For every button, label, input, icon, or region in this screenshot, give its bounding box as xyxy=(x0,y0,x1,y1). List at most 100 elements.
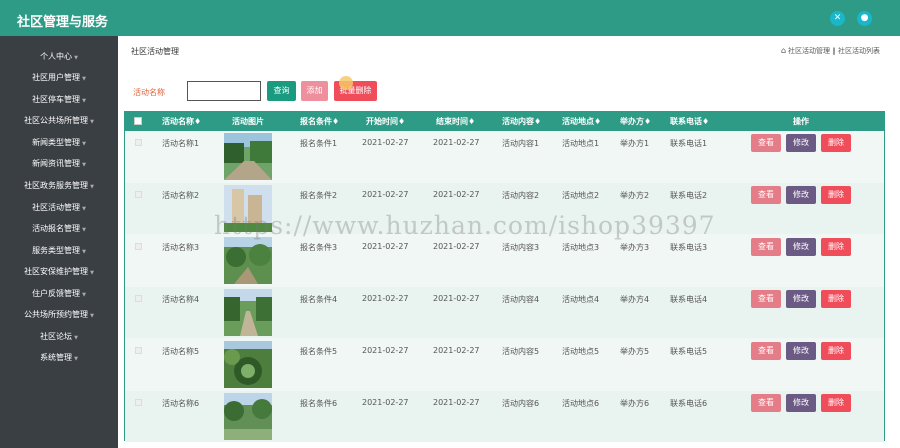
edit-button[interactable]: 修改 xyxy=(786,134,816,152)
column-header-phone[interactable]: 联系电话♦ xyxy=(670,112,709,131)
table-row: 活动名称4 报名条件4 2021-02-27 2021-02-27 活动内容4 … xyxy=(125,287,884,338)
sidebar-item-public-places[interactable]: 社区公共场所管理 ▼ xyxy=(0,110,118,131)
table-row: 活动名称1 报名条件1 2021-02-27 2021-02-27 活动内容1 … xyxy=(125,131,884,182)
view-button[interactable]: 查看 xyxy=(751,342,781,360)
sort-icon: ♦ xyxy=(398,117,406,126)
sidebar-item-users[interactable]: 社区用户管理 ▼ xyxy=(0,67,118,88)
view-button[interactable]: 查看 xyxy=(751,238,781,256)
edit-button[interactable]: 修改 xyxy=(786,290,816,308)
chevron-down-icon: ▼ xyxy=(90,313,94,319)
table-row: 活动名称5 报名条件5 2021-02-27 2021-02-27 活动内容5 … xyxy=(125,339,884,390)
activity-image xyxy=(224,289,272,336)
cell-place: 活动地点2 xyxy=(562,191,600,200)
sidebar-item-label: 社区论坛 xyxy=(40,332,73,341)
edit-button[interactable]: 修改 xyxy=(786,394,816,412)
sidebar-item-label: 服务类型管理 xyxy=(32,246,81,255)
delete-button[interactable]: 删除 xyxy=(821,238,851,256)
sidebar-item-forum[interactable]: 社区论坛 ▼ xyxy=(0,326,118,347)
chevron-down-icon: ▼ xyxy=(82,76,86,82)
sidebar-item-label: 社区停车管理 xyxy=(32,95,81,104)
add-button[interactable]: 添加 xyxy=(301,81,328,101)
sidebar-item-signups[interactable]: 活动报名管理 ▼ xyxy=(0,218,118,239)
column-header-start[interactable]: 开始时间♦ xyxy=(366,112,405,131)
query-button[interactable]: 查询 xyxy=(267,81,296,101)
view-button[interactable]: 查看 xyxy=(751,290,781,308)
cell-host: 举办方2 xyxy=(620,191,650,200)
chevron-down-icon: ▼ xyxy=(74,356,78,362)
cell-content: 活动内容2 xyxy=(502,191,540,200)
sidebar-item-label: 社区用户管理 xyxy=(32,73,81,82)
cell-start: 2021-02-27 xyxy=(362,242,409,251)
cell-condition: 报名条件6 xyxy=(300,399,338,408)
sidebar-item-gov-services[interactable]: 社区政务服务管理 ▼ xyxy=(0,175,118,196)
column-header-label: 举办方 xyxy=(620,117,644,126)
sidebar: 个人中心 ▼ 社区用户管理 ▼ 社区停车管理 ▼ 社区公共场所管理 ▼ 新闻类型管理 ▼ … xyxy=(0,36,118,448)
select-all-checkbox[interactable] xyxy=(134,117,142,125)
column-header-name[interactable]: 活动名称♦ xyxy=(162,112,201,131)
cell-phone: 联系电话6 xyxy=(670,399,708,408)
chevron-down-icon: ▼ xyxy=(90,184,94,190)
breadcrumb-text[interactable]: 社区活动管理 ‖ 社区活动列表 xyxy=(788,47,880,55)
cell-content: 活动内容3 xyxy=(502,243,540,252)
column-header-content[interactable]: 活动内容♦ xyxy=(502,112,541,131)
sidebar-item-label: 个人中心 xyxy=(40,52,73,61)
sidebar-item-service-types[interactable]: 服务类型管理 ▼ xyxy=(0,240,118,261)
sort-icon: ♦ xyxy=(644,117,652,126)
delete-button[interactable]: 删除 xyxy=(821,134,851,152)
sidebar-item-reservations[interactable]: 公共场所预约管理 ▼ xyxy=(0,304,118,325)
cell-name: 活动名称6 xyxy=(162,399,200,408)
sort-icon: ♦ xyxy=(468,117,476,126)
sidebar-item-news[interactable]: 新闻资讯管理 ▼ xyxy=(0,153,118,174)
sidebar-item-news-types[interactable]: 新闻类型管理 ▼ xyxy=(0,132,118,153)
cell-start: 2021-02-27 xyxy=(362,190,409,199)
column-header-label: 结束时间 xyxy=(436,117,468,126)
column-header-place[interactable]: 活动地点♦ xyxy=(562,112,601,131)
edit-button[interactable]: 修改 xyxy=(786,186,816,204)
fullscreen-icon[interactable]: ✕ xyxy=(830,11,845,26)
view-button[interactable]: 查看 xyxy=(751,186,781,204)
cell-condition: 报名条件1 xyxy=(300,139,338,148)
row-checkbox[interactable] xyxy=(135,347,142,354)
sidebar-item-feedback[interactable]: 住户反馈管理 ▼ xyxy=(0,283,118,304)
view-button[interactable]: 查看 xyxy=(751,394,781,412)
sidebar-item-personal-center[interactable]: 个人中心 ▼ xyxy=(0,46,118,67)
sidebar-item-security[interactable]: 社区安保维护管理 ▼ xyxy=(0,261,118,282)
sort-icon: ♦ xyxy=(702,117,710,126)
row-checkbox[interactable] xyxy=(135,243,142,250)
cell-place: 活动地点6 xyxy=(562,399,600,408)
column-header-end[interactable]: 结束时间♦ xyxy=(436,112,475,131)
sidebar-item-parking[interactable]: 社区停车管理 ▼ xyxy=(0,89,118,110)
edit-button[interactable]: 修改 xyxy=(786,238,816,256)
sidebar-item-system[interactable]: 系统管理 ▼ xyxy=(0,347,118,368)
cell-phone: 联系电话4 xyxy=(670,295,708,304)
cell-name: 活动名称5 xyxy=(162,347,200,356)
row-checkbox[interactable] xyxy=(135,191,142,198)
delete-button[interactable]: 删除 xyxy=(821,394,851,412)
delete-button[interactable]: 删除 xyxy=(821,186,851,204)
row-checkbox[interactable] xyxy=(135,295,142,302)
delete-button[interactable]: 删除 xyxy=(821,290,851,308)
column-header-host[interactable]: 举办方♦ xyxy=(620,112,651,131)
activity-name-input[interactable] xyxy=(187,81,261,101)
delete-button[interactable]: 删除 xyxy=(821,342,851,360)
app-title: 社区管理与服务 xyxy=(17,15,109,30)
sidebar-item-label: 系统管理 xyxy=(40,353,73,362)
view-button[interactable]: 查看 xyxy=(751,134,781,152)
activity-image xyxy=(224,133,272,180)
column-header-condition[interactable]: 报名条件♦ xyxy=(300,112,339,131)
row-checkbox[interactable] xyxy=(135,399,142,406)
table-row: 活动名称6 报名条件6 2021-02-27 2021-02-27 活动内容6 … xyxy=(125,391,884,442)
row-checkbox[interactable] xyxy=(135,139,142,146)
chevron-down-icon: ▼ xyxy=(82,292,86,298)
chevron-down-icon: ▼ xyxy=(82,206,86,212)
sidebar-item-activities[interactable]: 社区活动管理 ▼ xyxy=(0,197,118,218)
cell-phone: 联系电话5 xyxy=(670,347,708,356)
edit-button[interactable]: 修改 xyxy=(786,342,816,360)
cell-end: 2021-02-27 xyxy=(433,294,480,303)
column-header-label: 联系电话 xyxy=(670,117,702,126)
user-icon[interactable]: ● xyxy=(857,11,872,26)
sidebar-item-label: 社区政务服务管理 xyxy=(24,181,89,190)
sort-icon: ♦ xyxy=(594,117,602,126)
home-icon[interactable]: ⌂ xyxy=(781,46,786,55)
cursor-highlight xyxy=(339,76,353,90)
